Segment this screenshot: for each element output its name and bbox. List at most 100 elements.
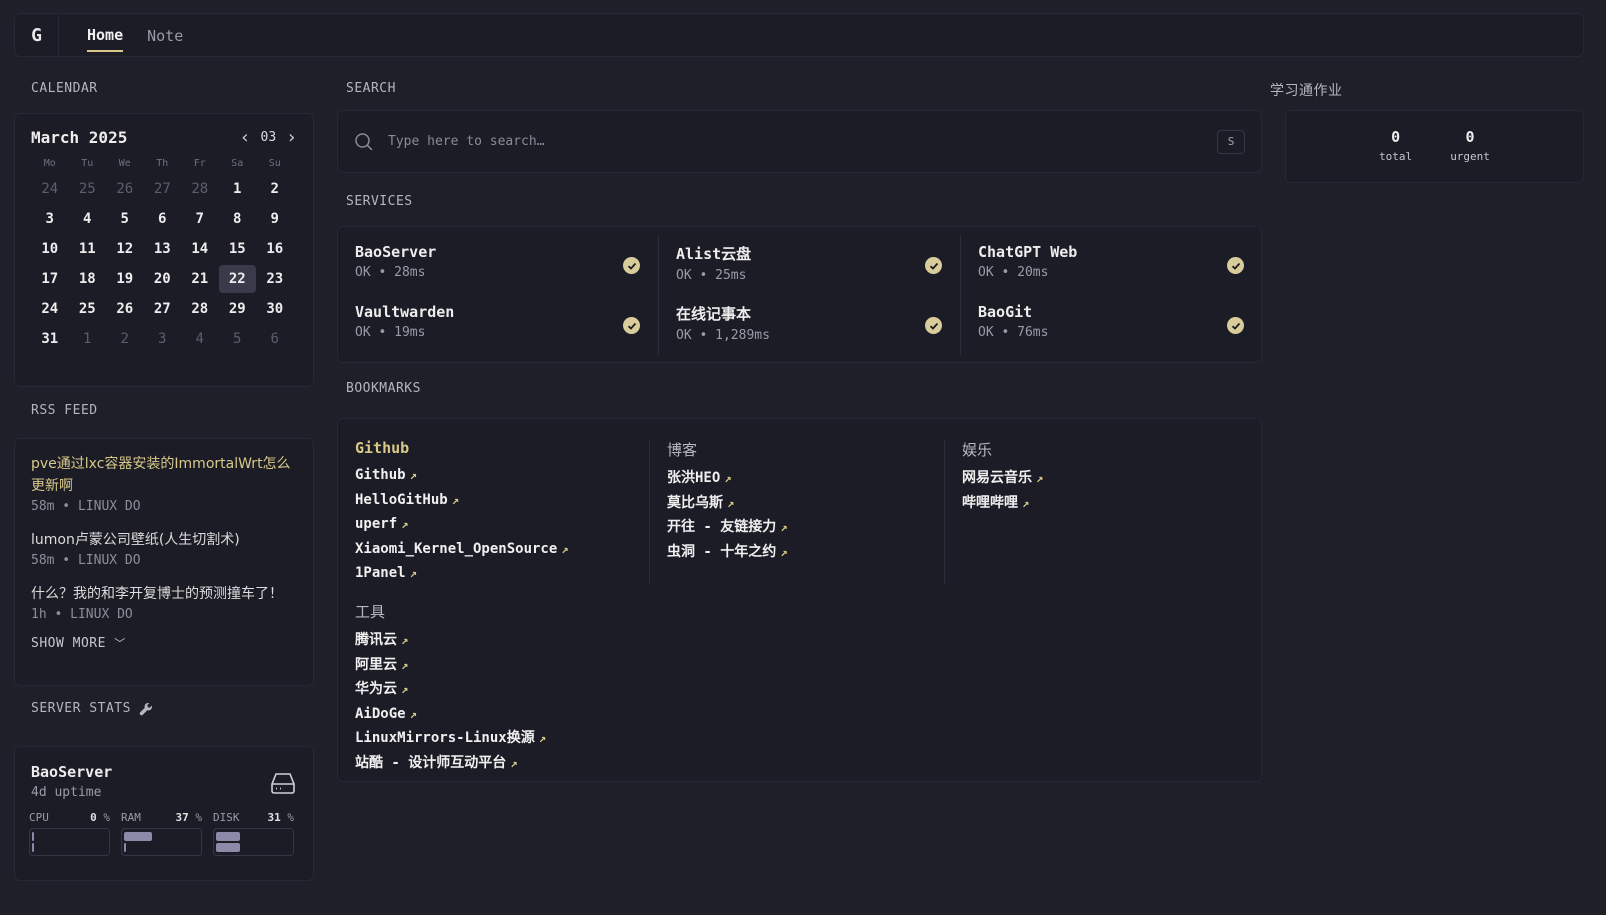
service-status: OK • 25ms bbox=[676, 268, 747, 283]
tab-home[interactable]: Home bbox=[87, 18, 124, 52]
bookmark-link[interactable]: 华为云 ↗ bbox=[355, 677, 645, 702]
calendar-day[interactable]: 6 bbox=[256, 325, 294, 353]
service-tile[interactable]: BaoGit OK • 76ms bbox=[960, 295, 1262, 355]
bookmark-link[interactable]: uperf ↗ bbox=[355, 512, 645, 537]
check-icon bbox=[623, 317, 640, 334]
bookmark-group-fun: 娱乐 网易云音乐 ↗ 哔哩哔哩 ↗ bbox=[944, 439, 1244, 584]
rss-item[interactable]: lumon卢蒙公司壁纸(人生切割术) 58m • LINUX DO bbox=[31, 529, 297, 568]
logo[interactable]: G bbox=[15, 13, 59, 57]
calendar-day[interactable]: 3 bbox=[31, 205, 69, 233]
calendar-widget: March 2025 ‹ 03 › Mo Tu We Th Fr Sa Su 24 25 26 27… bbox=[14, 113, 314, 387]
calendar-day[interactable]: 17 bbox=[31, 265, 69, 293]
bookmark-link[interactable]: Github ↗ bbox=[355, 463, 645, 488]
service-tile[interactable]: BaoServer OK • 28ms bbox=[338, 235, 658, 295]
services-grid: BaoServer OK • 28ms Alist云盘 OK • 25ms ChatGP… bbox=[337, 226, 1262, 363]
homework-total: 0 total bbox=[1379, 128, 1412, 182]
bookmark-link[interactable]: 开往 - 友链接力 ↗ bbox=[667, 515, 949, 540]
wrench-icon[interactable] bbox=[139, 702, 153, 716]
bookmark-link[interactable]: 虫洞 - 十年之约 ↗ bbox=[667, 540, 949, 565]
rss-item-title[interactable]: 什么？我的和李开复博士的预测撞车了！ bbox=[31, 583, 297, 605]
rss-item-title[interactable]: pve通过lxc容器安装的ImmortalWrt怎么更新啊 bbox=[31, 453, 297, 497]
rss-item[interactable]: pve通过lxc容器安装的ImmortalWrt怎么更新啊 58m • LINU… bbox=[31, 453, 297, 514]
calendar-day[interactable]: 7 bbox=[181, 205, 219, 233]
arrow-up-right-icon: ↗ bbox=[401, 633, 409, 647]
calendar-day[interactable]: 24 bbox=[31, 295, 69, 323]
calendar-day[interactable]: 5 bbox=[219, 325, 257, 353]
calendar-day[interactable]: 29 bbox=[219, 295, 257, 323]
calendar-day[interactable]: 31 bbox=[31, 325, 69, 353]
bookmark-link[interactable]: Xiaomi_Kernel_OpenSource ↗ bbox=[355, 537, 645, 562]
calendar-day[interactable]: 8 bbox=[219, 205, 257, 233]
bookmarks-heading: BOOKMARKS bbox=[346, 381, 421, 396]
bookmark-link[interactable]: 腾讯云 ↗ bbox=[355, 628, 645, 653]
chevron-right-icon[interactable]: › bbox=[286, 128, 297, 147]
calendar-day[interactable]: 26 bbox=[106, 175, 144, 203]
chevron-left-icon[interactable]: ‹ bbox=[240, 128, 251, 147]
calendar-day[interactable]: 1 bbox=[219, 175, 257, 203]
homework-heading: 学习通作业 bbox=[1270, 83, 1343, 99]
bookmark-label: 虫洞 - 十年之约 bbox=[667, 543, 777, 560]
bookmark-link[interactable]: 站酷 - 设计师互动平台 ↗ bbox=[355, 751, 645, 776]
calendar-day[interactable]: 24 bbox=[31, 175, 69, 203]
calendar-day[interactable]: 23 bbox=[256, 265, 294, 293]
bookmark-link[interactable]: 1Panel ↗ bbox=[355, 561, 645, 586]
calendar-day[interactable]: 2 bbox=[106, 325, 144, 353]
calendar-day[interactable]: 5 bbox=[106, 205, 144, 233]
calendar-day[interactable]: 1 bbox=[69, 325, 107, 353]
calendar-day[interactable]: 10 bbox=[31, 235, 69, 263]
calendar-day[interactable]: 3 bbox=[144, 325, 182, 353]
arrow-up-right-icon: ↗ bbox=[727, 495, 735, 510]
meter-fill-primary bbox=[216, 832, 240, 841]
calendar-day[interactable]: 27 bbox=[144, 295, 182, 323]
calendar-day[interactable]: 14 bbox=[181, 235, 219, 263]
service-tile[interactable]: Vaultwarden OK • 19ms bbox=[338, 295, 658, 355]
meter-ram: RAM 37 % bbox=[121, 811, 202, 856]
calendar-day[interactable]: 4 bbox=[69, 205, 107, 233]
calendar-day[interactable]: 12 bbox=[106, 235, 144, 263]
calendar-day[interactable]: 4 bbox=[181, 325, 219, 353]
homework-urgent-value: 0 bbox=[1465, 128, 1475, 146]
rss-item-title[interactable]: lumon卢蒙公司壁纸(人生切割术) bbox=[31, 529, 297, 551]
calendar-day[interactable]: 25 bbox=[69, 295, 107, 323]
calendar-day[interactable]: 19 bbox=[106, 265, 144, 293]
calendar-day[interactable]: 28 bbox=[181, 295, 219, 323]
rss-item[interactable]: 什么？我的和李开复博士的预测撞车了！ 1h • LINUX DO bbox=[31, 583, 297, 622]
tab-note[interactable]: Note bbox=[147, 19, 183, 51]
bookmark-link[interactable]: HelloGitHub ↗ bbox=[355, 488, 645, 513]
calendar-day[interactable]: 30 bbox=[256, 295, 294, 323]
meter-value-wrap: 31 % bbox=[268, 811, 295, 824]
bookmark-label: 1Panel bbox=[355, 565, 406, 581]
calendar-day[interactable]: 9 bbox=[256, 205, 294, 233]
bookmark-link[interactable]: 莫比乌斯 ↗ bbox=[667, 491, 949, 516]
calendar-day[interactable]: 20 bbox=[144, 265, 182, 293]
weekday-label: Su bbox=[268, 158, 281, 169]
bookmark-link[interactable]: AiDoGe ↗ bbox=[355, 702, 645, 727]
service-tile[interactable]: ChatGPT Web OK • 20ms bbox=[960, 235, 1262, 295]
calendar-day[interactable]: 6 bbox=[144, 205, 182, 233]
calendar-day[interactable]: 15 bbox=[219, 235, 257, 263]
calendar-day[interactable]: 16 bbox=[256, 235, 294, 263]
calendar-day[interactable]: 21 bbox=[181, 265, 219, 293]
calendar-day-today[interactable]: 22 bbox=[218, 265, 256, 293]
calendar-day[interactable]: 26 bbox=[106, 295, 144, 323]
meter-fill-primary bbox=[32, 832, 34, 841]
bookmark-link[interactable]: 张洪HEO ↗ bbox=[667, 466, 949, 491]
service-tile[interactable]: 在线记事本 OK • 1,289ms bbox=[658, 295, 960, 355]
calendar-day[interactable]: 27 bbox=[144, 175, 182, 203]
calendar-day[interactable]: 25 bbox=[69, 175, 107, 203]
bookmark-link[interactable]: 阿里云 ↗ bbox=[355, 653, 645, 678]
service-tile[interactable]: Alist云盘 OK • 25ms bbox=[658, 235, 960, 295]
bookmark-link[interactable]: LinuxMirrors-Linux换源 ↗ bbox=[355, 726, 645, 751]
bookmark-link[interactable]: 网易云音乐 ↗ bbox=[962, 466, 1244, 491]
search-input[interactable] bbox=[388, 134, 1217, 149]
calendar-day[interactable]: 13 bbox=[144, 235, 182, 263]
calendar-day[interactable]: 18 bbox=[69, 265, 107, 293]
calendar-day[interactable]: 28 bbox=[181, 175, 219, 203]
bookmark-link[interactable]: 哔哩哔哩 ↗ bbox=[962, 491, 1244, 516]
calendar-day[interactable]: 11 bbox=[69, 235, 107, 263]
meter-bar bbox=[121, 828, 202, 856]
bookmark-group-blog: 博客 张洪HEO ↗ 莫比乌斯 ↗ 开往 - 友链接力 ↗ 虫洞 - 十年之约 ↗ bbox=[649, 439, 949, 584]
calendar-day[interactable]: 2 bbox=[256, 175, 294, 203]
calendar-heading: CALENDAR bbox=[31, 81, 98, 96]
show-more-button[interactable]: SHOW MORE ﹀ bbox=[31, 635, 297, 651]
